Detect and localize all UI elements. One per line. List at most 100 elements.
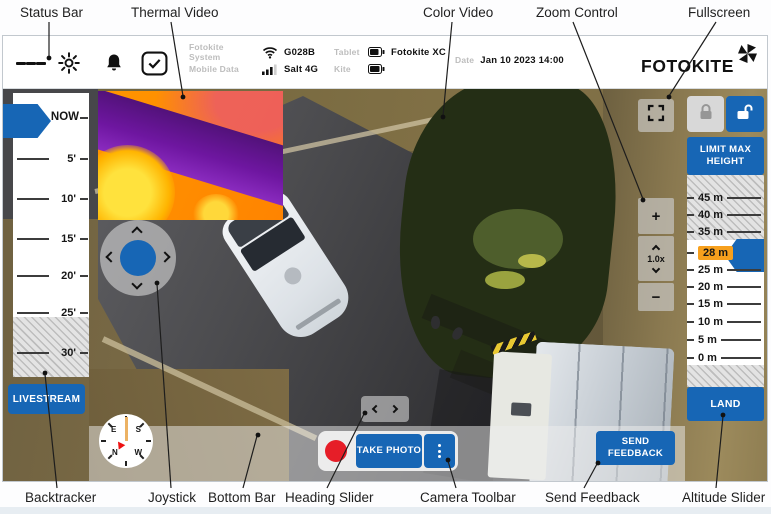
annotation-camera-toolbar: Camera Toolbar bbox=[420, 490, 516, 505]
page-footer-edge bbox=[0, 507, 771, 514]
livestream-button[interactable]: LIVESTREAM bbox=[8, 384, 85, 414]
chevron-up-icon bbox=[131, 226, 142, 237]
date-label: Date bbox=[455, 55, 474, 65]
compass: E S N W bbox=[99, 414, 153, 468]
tablet-value: Fotokite XC bbox=[391, 47, 446, 58]
fotokite-system-value: G028B bbox=[284, 47, 315, 58]
fullscreen-button[interactable] bbox=[638, 99, 674, 132]
lock-closed-icon bbox=[697, 103, 715, 126]
altitude-ground-zone bbox=[687, 365, 764, 387]
backtracker-slider[interactable]: NOW 5' 10' 15' 20' 25' 30' bbox=[13, 93, 89, 377]
fotokite-system-label: Fotokite System bbox=[189, 42, 255, 62]
zoom-level-control[interactable]: 1.0x bbox=[638, 236, 674, 281]
backtracker-tick: 15' bbox=[13, 232, 89, 246]
altitude-current-value: 28 m bbox=[698, 246, 733, 260]
battery-status-group: Tablet Fotokite XC Kite bbox=[334, 45, 446, 76]
mobile-data-label: Mobile Data bbox=[189, 64, 255, 74]
altitude-slider[interactable]: 45 m 40 m 35 m 28 m 25 m 20 m 15 m 10 m … bbox=[687, 175, 764, 387]
annotation-altitude-slider: Altitude Slider bbox=[682, 490, 765, 505]
limit-max-height-button[interactable]: LIMIT MAX HEIGHT bbox=[687, 137, 764, 175]
checklist-icon[interactable] bbox=[139, 48, 169, 78]
zoom-out-button[interactable]: − bbox=[638, 283, 674, 311]
fotokite-app-window: Fotokite System G028B Mobile Data Salt 4… bbox=[2, 35, 768, 482]
compass-heading-line bbox=[125, 417, 128, 441]
chevron-right-icon bbox=[159, 251, 170, 262]
altitude-tick: 40 m bbox=[687, 208, 764, 222]
tablet-battery-icon bbox=[368, 47, 385, 57]
backtracker-tick: 25' bbox=[13, 306, 89, 320]
signal-bars-icon bbox=[261, 64, 278, 75]
altitude-tick: 0 m bbox=[687, 351, 764, 365]
altitude-current-tick: 28 m bbox=[687, 246, 764, 260]
tablet-label: Tablet bbox=[334, 47, 362, 57]
brightness-icon[interactable] bbox=[54, 48, 84, 78]
chevron-left-icon bbox=[105, 251, 116, 262]
date-group: Date Jan 10 2023 14:00 bbox=[455, 53, 564, 67]
menu-icon[interactable] bbox=[16, 48, 46, 78]
annotation-color-video: Color Video bbox=[423, 5, 493, 20]
annotation-bottom-bar: Bottom Bar bbox=[208, 490, 276, 505]
chevron-left-icon[interactable] bbox=[372, 405, 380, 413]
status-bar: Fotokite System G028B Mobile Data Salt 4… bbox=[3, 36, 767, 89]
altitude-tick: 20 m bbox=[687, 280, 764, 294]
unlock-button[interactable] bbox=[726, 96, 764, 132]
heading-slider[interactable] bbox=[361, 396, 409, 422]
annotation-backtracker: Backtracker bbox=[25, 490, 96, 505]
annotation-send-feedback: Send Feedback bbox=[545, 490, 640, 505]
record-button[interactable] bbox=[325, 440, 347, 462]
color-video-feed: E S N W TAKE PHOTO SEND FEEDBACK bbox=[3, 89, 767, 481]
altitude-tick: 45 m bbox=[687, 191, 764, 205]
zoom-in-button[interactable]: + bbox=[638, 198, 674, 234]
kite-label: Kite bbox=[334, 64, 362, 74]
mobile-data-value: Salt 4G bbox=[284, 64, 318, 75]
altitude-tick: 5 m bbox=[687, 333, 764, 347]
fotokite-pinwheel-icon bbox=[737, 43, 758, 69]
thermal-hot-spot bbox=[193, 194, 239, 220]
date-value: Jan 10 2023 14:00 bbox=[480, 55, 564, 66]
altitude-tick: 10 m bbox=[687, 315, 764, 329]
take-photo-button[interactable]: TAKE PHOTO bbox=[356, 434, 422, 468]
chevron-down-icon bbox=[131, 278, 142, 289]
annotation-fullscreen: Fullscreen bbox=[688, 5, 750, 20]
altitude-tick: 15 m bbox=[687, 297, 764, 311]
joystick-knob[interactable] bbox=[120, 240, 156, 276]
backtracker-now-label: NOW bbox=[51, 111, 79, 123]
video-foliage bbox=[518, 254, 546, 268]
altitude-tick: 25 m bbox=[687, 263, 764, 277]
backtracker-now-marker[interactable] bbox=[3, 104, 51, 138]
lock-open-icon bbox=[735, 103, 755, 126]
backtracker-tick: 30' bbox=[13, 346, 89, 360]
kite-battery-icon bbox=[368, 64, 385, 74]
joystick[interactable] bbox=[100, 220, 176, 296]
fullscreen-icon bbox=[647, 104, 665, 127]
annotation-zoom-control: Zoom Control bbox=[536, 5, 618, 20]
send-feedback-button[interactable]: SEND FEEDBACK bbox=[596, 431, 675, 465]
chevron-up-icon[interactable] bbox=[652, 244, 660, 252]
backtracker-tick: 5' bbox=[13, 152, 89, 166]
annotation-status-bar: Status Bar bbox=[20, 5, 83, 20]
compass-s: S bbox=[136, 425, 141, 434]
zoom-level-value: 1.0x bbox=[647, 254, 665, 264]
video-foliage bbox=[485, 271, 525, 289]
fotokite-logo: FOTOKITE bbox=[641, 43, 758, 77]
wifi-icon bbox=[261, 46, 278, 59]
camera-more-options-button[interactable] bbox=[424, 434, 455, 468]
altitude-tick: 35 m bbox=[687, 225, 764, 239]
fotokite-logo-text: FOTOKITE bbox=[641, 56, 734, 77]
annotation-thermal-video: Thermal Video bbox=[131, 5, 219, 20]
video-person bbox=[431, 316, 440, 329]
compass-w: W bbox=[134, 448, 142, 457]
chevron-right-icon[interactable] bbox=[390, 405, 398, 413]
lock-button[interactable] bbox=[687, 96, 724, 132]
annotation-heading-slider: Heading Slider bbox=[285, 490, 374, 505]
annotated-screenshot-figure: Status Bar Thermal Video Color Video Zoo… bbox=[0, 0, 771, 514]
annotation-joystick: Joystick bbox=[148, 490, 196, 505]
system-status-group: Fotokite System G028B Mobile Data Salt 4… bbox=[189, 45, 318, 76]
chevron-down-icon[interactable] bbox=[652, 264, 660, 272]
notifications-bell-icon[interactable] bbox=[99, 48, 129, 78]
land-button[interactable]: LAND bbox=[687, 387, 764, 421]
thermal-video-feed bbox=[98, 91, 283, 220]
backtracker-tick: 20' bbox=[13, 269, 89, 283]
backtracker-tick: 10' bbox=[13, 192, 89, 206]
compass-n: N bbox=[112, 448, 118, 457]
